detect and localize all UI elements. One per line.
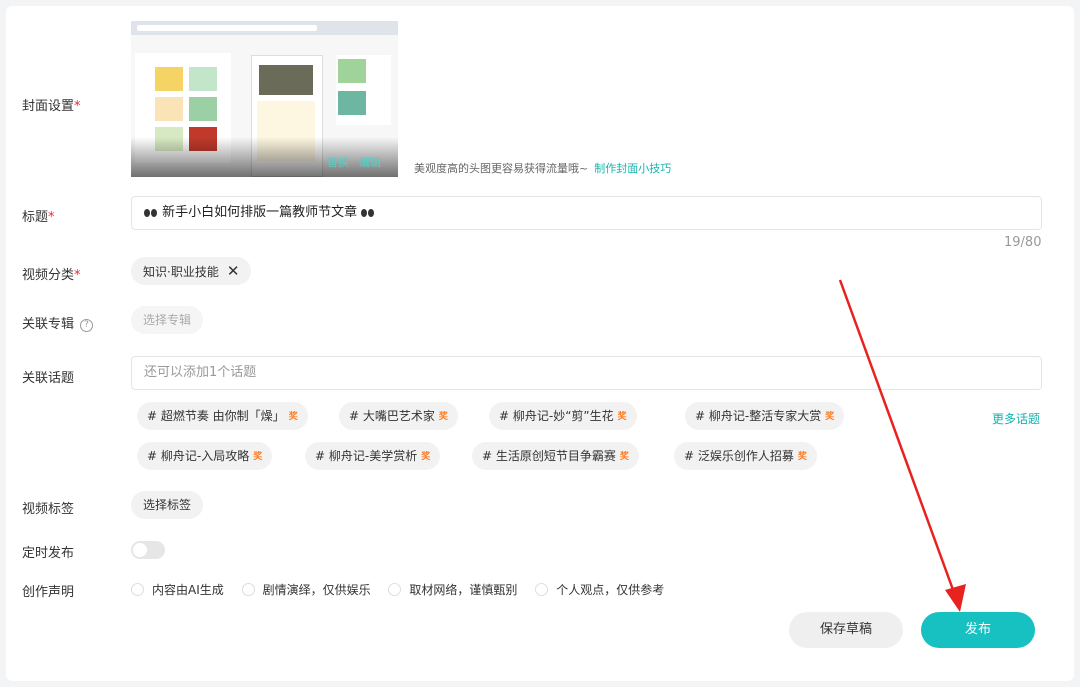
title-input[interactable]: 新手小白如何排版一篇教师节文章 [131,196,1042,230]
edit-cover-button[interactable]: 编辑 [359,154,381,170]
topic-suggestion[interactable]: # 柳舟记-整活专家大赏奖 [685,402,845,430]
declaration-option[interactable]: 剧情演绎，仅供娱乐 [241,581,371,598]
topic-input[interactable]: 还可以添加1个话题 [131,356,1042,390]
schedule-toggle[interactable] [131,541,165,559]
schedule-label: 定时发布 [22,546,75,561]
topic-suggestion[interactable]: # 超燃节奏 由你制「燥」奖 [137,402,308,430]
reward-badge-icon: 奖 [253,452,263,462]
cover-tips-link[interactable]: 制作封面小技巧 [594,162,671,175]
radio-icon [241,583,255,596]
declaration-options: 内容由AI生成 剧情演绎，仅供娱乐 取材网络，谨慎甄别 个人观点，仅供参考 [131,581,678,598]
more-topics-link[interactable]: 更多话题 [992,410,1040,427]
declaration-option[interactable]: 内容由AI生成 [131,581,224,598]
topic-suggestion[interactable]: # 柳舟记-妙“剪”生花奖 [489,402,637,430]
publish-button[interactable]: 发布 [921,612,1035,648]
reward-badge-icon: 奖 [825,412,835,422]
topic-suggestion[interactable]: # 生活原创短节目争霸赛奖 [472,442,639,470]
title-label: 标题* [22,210,55,225]
category-chip[interactable]: 知识·职业技能 ✕ [131,257,252,285]
radio-icon [131,583,144,596]
cover-label: 封面设置* [22,99,81,114]
help-icon[interactable]: ? [80,319,94,332]
category-label: 视频分类* [22,268,81,283]
title-char-counter: 19/80 [1004,235,1042,250]
topic-suggestion[interactable]: # 泛娱乐创作人招募奖 [674,442,817,470]
select-tags-button[interactable]: 选择标签 [131,491,204,519]
replace-cover-button[interactable]: 替换 [327,154,349,170]
reward-badge-icon: 奖 [421,452,431,462]
title-value: 新手小白如何排版一篇教师节文章 [162,205,358,220]
eyes-emoji-icon [144,208,158,217]
close-icon[interactable]: ✕ [227,262,240,280]
radio-icon [535,583,549,596]
select-album-button[interactable]: 选择专辑 [131,306,204,334]
reward-badge-icon: 奖 [797,452,807,462]
topic-suggestion[interactable]: # 柳舟记-入局攻略奖 [137,442,273,470]
cover-image[interactable]: 替换 编辑 [131,21,398,177]
reward-badge-icon: 奖 [288,412,298,422]
save-draft-button[interactable]: 保存草稿 [789,612,903,648]
topics-label: 关联话题 [22,371,75,386]
reward-badge-icon: 奖 [438,412,448,422]
cover-hint: 美观度高的头图更容易获得流量哦~ 制作封面小技巧 [414,162,672,175]
eyes-emoji-icon [361,208,375,217]
album-label: 关联专辑? [22,313,94,332]
declaration-option[interactable]: 个人观点，仅供参考 [535,581,664,598]
topic-suggestion[interactable]: # 柳舟记-美学赏析奖 [305,442,441,470]
radio-icon [388,583,402,596]
reward-badge-icon: 奖 [617,412,627,422]
declaration-option[interactable]: 取材网络，谨慎甄别 [388,581,517,598]
reward-badge-icon: 奖 [619,452,629,462]
tags-label: 视频标签 [22,502,75,517]
topic-suggestion[interactable]: # 大嘴巴艺术家奖 [339,402,458,430]
declaration-label: 创作声明 [22,585,75,600]
